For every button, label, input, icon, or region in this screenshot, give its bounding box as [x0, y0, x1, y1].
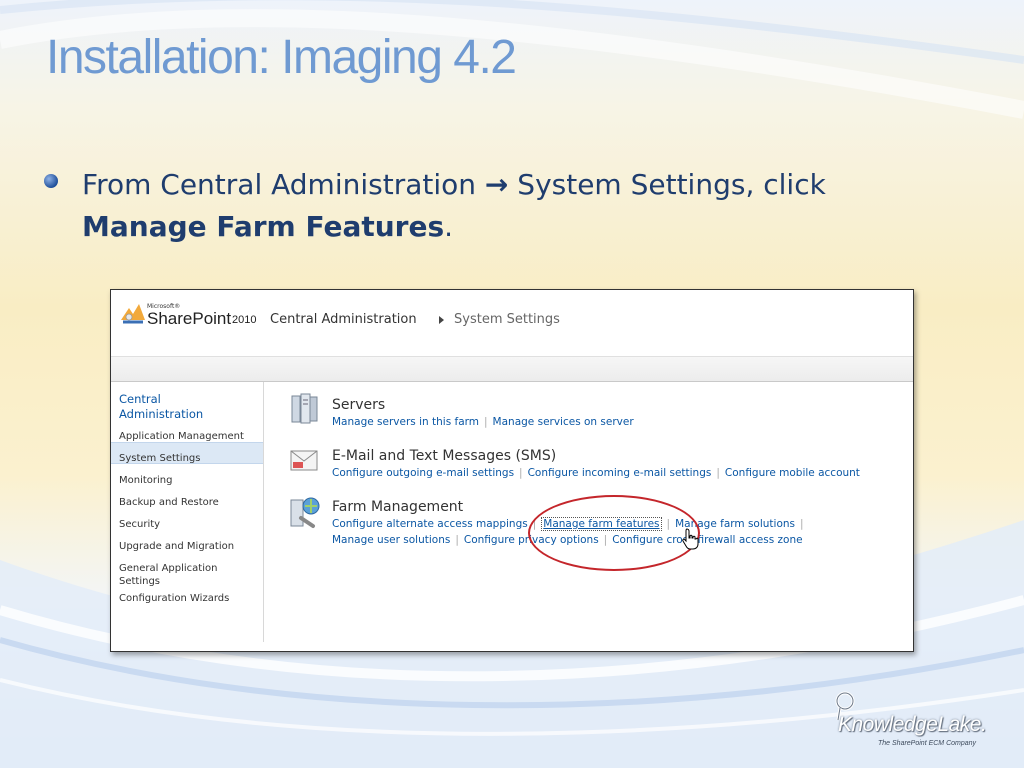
servers-icon: [291, 393, 318, 424]
slide-title: Installation: Imaging 4.2: [46, 31, 517, 84]
bullet-middle: System Settings, click: [508, 168, 826, 201]
ql-item-configuration-wizards[interactable]: Configuration Wizards: [119, 592, 229, 605]
ql-item-general-application-settings[interactable]: General Application Settings: [119, 562, 244, 588]
link-manage-servers[interactable]: Manage servers in this farm: [332, 416, 479, 428]
bullet-suffix: .: [444, 210, 454, 243]
bullet-bold: Manage Farm Features: [82, 210, 445, 243]
breadcrumb-system-settings: System Settings: [454, 312, 560, 327]
link-alternate-access-mappings[interactable]: Configure alternate access mappings: [332, 518, 528, 530]
hand-cursor-icon: [682, 528, 699, 550]
farm-management-icon: [290, 497, 320, 528]
link-outgoing-email[interactable]: Configure outgoing e-mail settings: [332, 467, 514, 479]
link-separator: |: [455, 534, 459, 546]
sharepoint-brand: SharePoint: [147, 309, 232, 328]
link-mobile-account[interactable]: Configure mobile account: [725, 467, 860, 479]
ql-item-application-management[interactable]: Application Management: [119, 430, 244, 443]
bullet-icon: [44, 174, 58, 188]
link-separator: |: [800, 518, 804, 530]
section-title-servers[interactable]: Servers: [332, 397, 385, 413]
sharepoint-header: Microsoft® SharePoint 2010 Central Admin…: [111, 290, 913, 356]
knowledgelake-name: KnowledgeLake.: [838, 713, 987, 736]
breadcrumb-central-administration[interactable]: Central Administration: [270, 312, 417, 327]
quick-launch: Central Administration Application Manag…: [111, 382, 264, 642]
ql-item-system-settings[interactable]: System Settings: [119, 452, 200, 465]
ql-item-backup-restore[interactable]: Backup and Restore: [119, 496, 219, 509]
link-separator: |: [519, 467, 523, 479]
ql-item-monitoring[interactable]: Monitoring: [119, 474, 172, 487]
link-incoming-email[interactable]: Configure incoming e-mail settings: [528, 467, 712, 479]
servers-links: Manage servers in this farm | Manage servi…: [332, 416, 634, 428]
arrow-right-icon: →: [484, 168, 509, 201]
section-title-farm-management[interactable]: Farm Management: [332, 499, 463, 515]
link-manage-user-solutions[interactable]: Manage user solutions: [332, 534, 450, 546]
link-separator: |: [716, 467, 720, 479]
highlight-oval: [528, 495, 700, 571]
ql-item-security[interactable]: Security: [119, 518, 160, 531]
knowledgelake-tagline: The SharePoint ECM Company: [878, 740, 977, 747]
link-separator: |: [484, 416, 488, 428]
section-title-email[interactable]: E-Mail and Text Messages (SMS): [332, 448, 556, 464]
ribbon-strip: [111, 356, 913, 382]
email-links: Configure outgoing e-mail settings | Confi…: [332, 467, 860, 479]
sharepoint-screenshot: Microsoft® SharePoint 2010 Central Admin…: [110, 289, 914, 652]
sharepoint-logo-icon: [121, 304, 145, 324]
sharepoint-version: 2010: [232, 314, 257, 326]
quick-launch-heading[interactable]: Central Administration: [119, 392, 239, 422]
link-manage-services[interactable]: Manage services on server: [493, 416, 634, 428]
bullet-prefix: From Central Administration: [82, 168, 485, 201]
bullet-text: From Central Administration → System Set…: [82, 164, 982, 248]
breadcrumb-arrow-icon: [439, 316, 444, 324]
ql-item-upgrade-migration[interactable]: Upgrade and Migration: [119, 540, 234, 553]
email-icon: [290, 450, 318, 471]
